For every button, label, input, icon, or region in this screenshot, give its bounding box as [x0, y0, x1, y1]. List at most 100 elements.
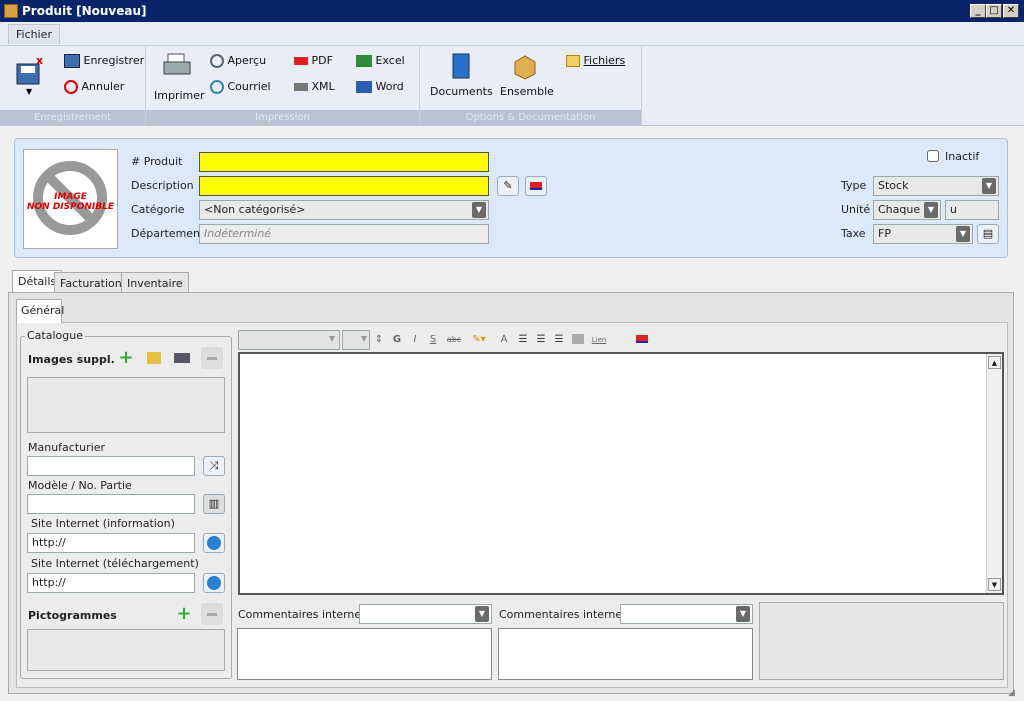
ensemble-button[interactable]: Ensemble — [500, 52, 554, 98]
remove-picto-button[interactable] — [201, 603, 223, 625]
scroll-up-arrow[interactable]: ▲ — [988, 356, 1001, 369]
highlight-button[interactable]: ✎▾ — [468, 332, 490, 348]
image-text-2: NON DISPONIBLE — [26, 202, 115, 212]
categorie-value: <Non catégorisé> — [204, 203, 306, 216]
align-left-button[interactable]: ☰ — [516, 332, 530, 348]
minimize-button[interactable]: _ — [970, 4, 986, 18]
tab-facturation[interactable]: Facturation — [54, 272, 128, 294]
ensemble-label: Ensemble — [500, 85, 554, 98]
scroll-down-arrow[interactable]: ▼ — [988, 578, 1001, 591]
size-select[interactable]: ▼ — [342, 330, 370, 350]
edit-description-button[interactable]: ✎ — [497, 176, 519, 196]
size-spin-button[interactable]: ⇕ — [372, 332, 386, 348]
documents-button[interactable]: Documents — [430, 52, 493, 98]
binoculars-icon — [174, 353, 190, 363]
courriel-button[interactable]: Courriel — [210, 80, 271, 94]
xml-button[interactable]: XML — [294, 80, 335, 93]
images-list[interactable] — [27, 377, 225, 433]
translate-button[interactable] — [525, 176, 547, 196]
comments-select-1[interactable]: ▼ — [359, 604, 492, 624]
site-dl-input[interactable]: http:// — [27, 573, 195, 593]
categorie-select[interactable]: <Non catégorisé> ▼ — [199, 200, 489, 220]
taxe-details-button[interactable]: ▤ — [977, 224, 999, 244]
product-image[interactable]: IMAGE NON DISPONIBLE — [23, 149, 118, 249]
pictogrammes-list[interactable] — [27, 629, 225, 671]
departement-label: Département — [131, 227, 205, 240]
unite-select[interactable]: Chaque ▼ — [873, 200, 941, 220]
menu-fichier[interactable]: Fichier — [8, 24, 60, 44]
add-picto-button[interactable]: + — [173, 603, 195, 625]
modele-input[interactable] — [27, 494, 195, 514]
open-image-button[interactable] — [143, 347, 165, 369]
save-icon — [64, 54, 80, 68]
excel-label: Excel — [375, 54, 405, 67]
comments-text-1[interactable] — [237, 628, 492, 680]
open-site-dl-button[interactable] — [203, 573, 225, 593]
chevron-down-icon: ▼ — [982, 178, 996, 194]
group-label-options: Options & Documentation — [420, 110, 641, 126]
chevron-down-icon: ▼ — [475, 606, 489, 622]
pdf-icon — [294, 57, 308, 65]
description-label: Description — [131, 179, 194, 192]
font-color-button[interactable]: A — [494, 332, 514, 348]
description-input[interactable] — [199, 176, 489, 196]
maximize-button[interactable]: □ — [986, 4, 1002, 18]
underline-button[interactable]: S — [426, 332, 440, 348]
comments-label-2: Commentaires internes — [499, 608, 628, 621]
xml-icon — [294, 83, 308, 91]
enregistrer-button[interactable]: Enregistrer — [64, 54, 144, 68]
resize-grip-icon[interactable]: ◢ — [1008, 688, 1020, 700]
editor-scrollbar[interactable]: ▲ ▼ — [986, 354, 1002, 593]
manufacturier-input[interactable] — [27, 456, 195, 476]
link-button[interactable]: Lien — [588, 332, 610, 348]
pdf-button[interactable]: PDF — [294, 54, 333, 67]
close-button[interactable]: ✕ — [1003, 4, 1019, 18]
comments-text-2[interactable] — [498, 628, 753, 680]
strike-button[interactable]: abc — [444, 332, 464, 348]
comments-select-2[interactable]: ▼ — [620, 604, 753, 624]
remove-image-button[interactable] — [201, 347, 223, 369]
product-number-input[interactable] — [199, 152, 489, 172]
enregistrer-label: Enregistrer — [83, 54, 145, 67]
apercu-button[interactable]: Aperçu — [210, 54, 266, 68]
up-down-icon: ⇕ — [374, 334, 384, 345]
align-center-button[interactable]: ☰ — [534, 332, 548, 348]
ribbon: x ▼ Enregistrer Annuler Enregistrement I… — [0, 46, 1024, 126]
categorie-label: Catégorie — [131, 203, 185, 216]
search-image-button[interactable] — [171, 347, 193, 369]
align-right-button[interactable]: ☰ — [552, 332, 566, 348]
fichiers-button[interactable]: Fichiers — [566, 54, 625, 67]
new-save-dropdown[interactable]: x ▼ — [14, 54, 48, 98]
menu-bar: Fichier — [0, 22, 1024, 46]
annuler-button[interactable]: Annuler — [64, 80, 124, 94]
excel-button[interactable]: Excel — [356, 54, 405, 67]
pictogrammes-label: Pictogrammes — [28, 609, 117, 622]
translate-editor-button[interactable] — [634, 332, 650, 348]
inactif-checkbox[interactable] — [927, 150, 939, 162]
globe-icon — [207, 576, 221, 590]
unite-short-field[interactable]: u — [945, 200, 999, 220]
site-info-input[interactable]: http:// — [27, 533, 195, 553]
edit-icon: ✎ — [503, 179, 513, 192]
italic-button[interactable]: I — [408, 332, 422, 348]
taxe-select[interactable]: FP ▼ — [873, 224, 973, 244]
word-button[interactable]: Word — [356, 80, 404, 93]
word-label: Word — [375, 80, 404, 93]
description-editor[interactable]: ▲ ▼ — [238, 352, 1004, 595]
image-insert-button[interactable] — [570, 332, 586, 348]
barcode-button[interactable]: ▥ — [203, 494, 225, 514]
departement-input[interactable]: Indéterminé — [199, 224, 489, 244]
open-site-info-button[interactable] — [203, 533, 225, 553]
tab-inventaire[interactable]: Inventaire — [121, 272, 189, 294]
minus-icon — [207, 612, 217, 616]
app-icon — [4, 4, 18, 18]
add-image-button[interactable]: + — [115, 347, 137, 369]
folder-icon — [566, 55, 580, 67]
tab-general[interactable]: Général — [16, 299, 64, 323]
font-select[interactable]: ▼ — [238, 330, 340, 350]
imprimer-button[interactable]: Imprimer — [154, 52, 205, 102]
bold-button[interactable]: G — [390, 332, 404, 348]
svg-text:▼: ▼ — [26, 87, 33, 96]
type-select[interactable]: Stock ▼ — [873, 176, 999, 196]
shuffle-button[interactable]: ⤨ — [203, 456, 225, 476]
